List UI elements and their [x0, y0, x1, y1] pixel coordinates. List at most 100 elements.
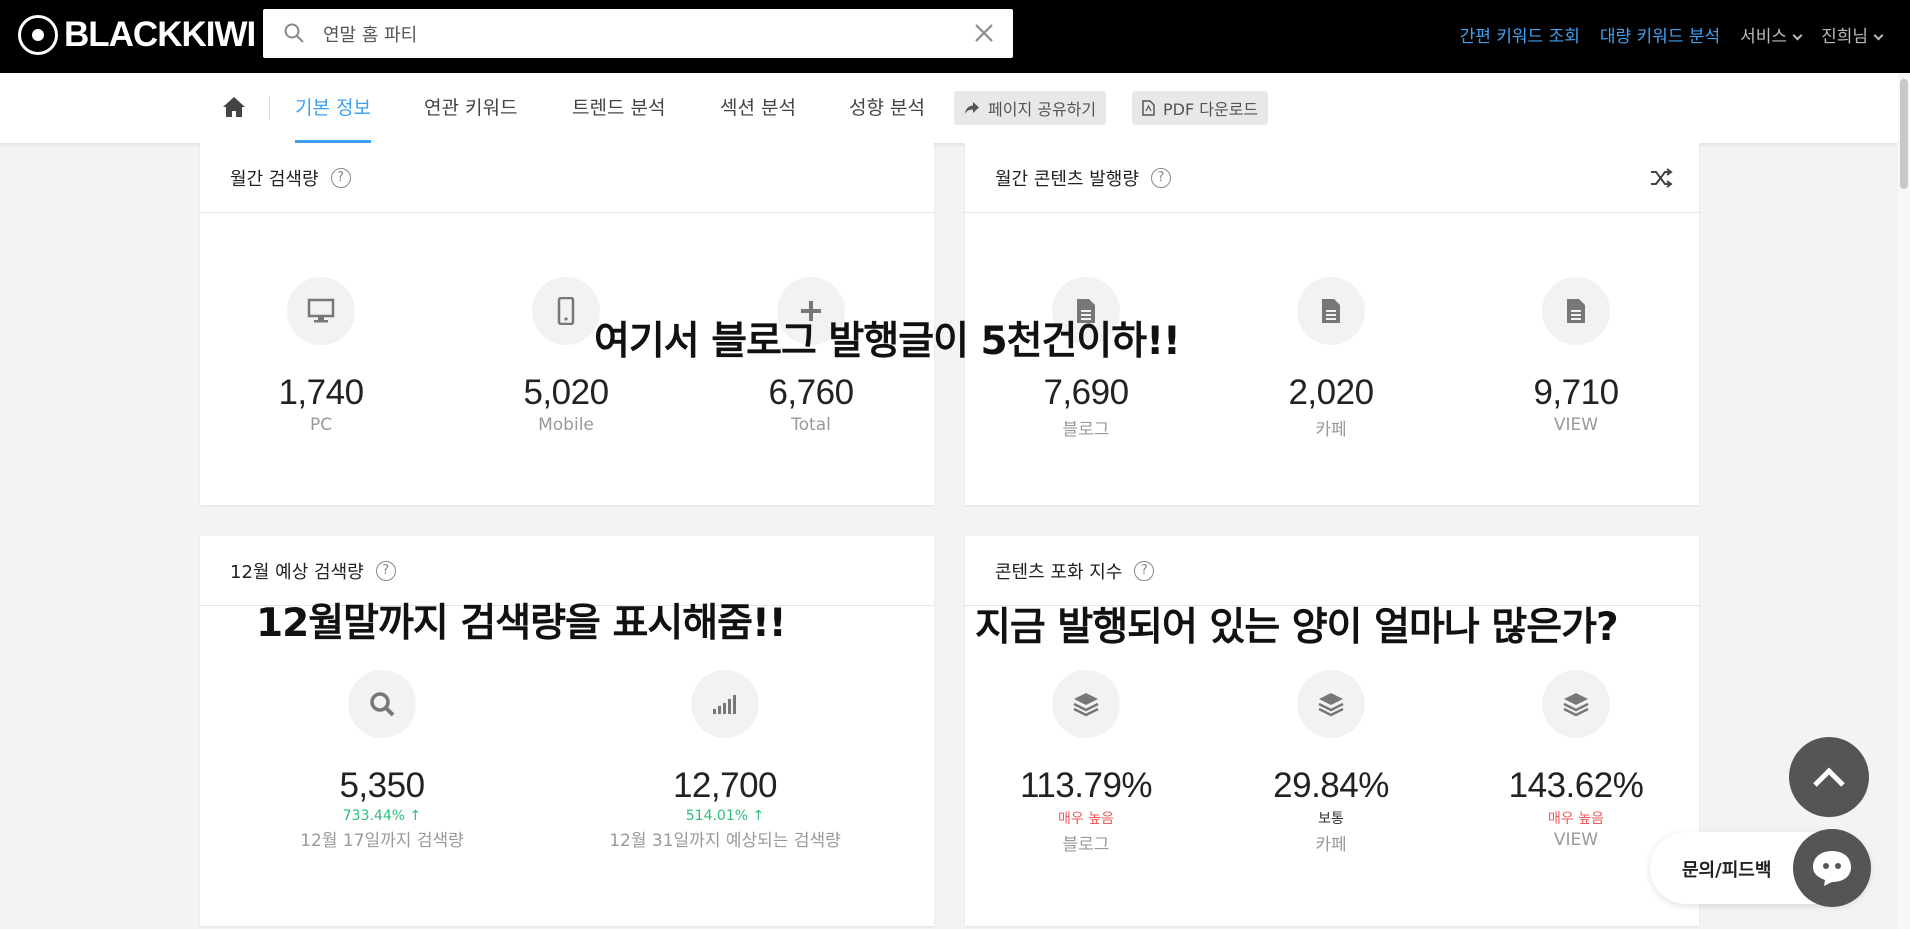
top-bar: BLACKKIWI 간편 키워드 조회 대량 키워드 분석 서비스 진희님 — [0, 0, 1910, 73]
service-menu[interactable]: 서비스 — [1740, 22, 1803, 47]
stat-label: 카페 — [1315, 420, 1347, 440]
layers-icon — [1542, 670, 1610, 738]
help-icon[interactable]: ? — [375, 560, 396, 581]
stat-label: Total — [791, 415, 831, 435]
shuffle-icon[interactable] — [1649, 167, 1673, 189]
monitor-icon — [287, 277, 355, 345]
chevron-up-icon — [1813, 767, 1845, 787]
scrollbar[interactable] — [1898, 73, 1910, 929]
chat-icon — [1793, 829, 1871, 907]
arrow-up-icon: ↑ — [409, 808, 422, 824]
mobile-icon — [532, 277, 600, 345]
tab-trend-analysis[interactable]: 트렌드 분석 — [572, 73, 665, 143]
simple-keyword-link[interactable]: 간편 키워드 조회 — [1460, 22, 1580, 47]
stat-pc: 1,740 PC — [221, 277, 421, 435]
stat-search-so-far: 5,350 733.44% ↑ 12월 17일까지 검색량 — [282, 670, 482, 851]
saturation-card: 콘텐츠 포화 지수 ? 113.79% 매우 높음 블로그 29.84% 보통 … — [965, 536, 1699, 926]
help-icon[interactable]: ? — [1150, 167, 1171, 188]
saturation-level: 보통 — [1318, 811, 1344, 827]
user-menu[interactable]: 진희님 — [1821, 22, 1884, 47]
stat-value: 5,350 — [339, 766, 425, 805]
stat-value: 143.62% — [1508, 766, 1644, 805]
logo[interactable]: BLACKKIWI — [18, 14, 256, 56]
stat-label: 12월 31일까지 예상되는 검색량 — [609, 831, 841, 851]
stat-change: 733.44% ↑ — [282, 808, 482, 824]
saturation-level: 매우 높음 — [1548, 811, 1604, 827]
logo-mark-icon — [18, 15, 58, 55]
nav-divider — [269, 96, 270, 120]
help-icon[interactable]: ? — [330, 167, 351, 188]
card-header: 월간 콘텐츠 발행량 ? — [965, 143, 1699, 213]
card-title: 콘텐츠 포화 지수 — [995, 561, 1123, 583]
stat-change: 514.01% ↑ — [600, 808, 850, 824]
home-icon[interactable] — [222, 96, 246, 118]
annotation-content-note: 여기서 블로그 발행글이 5천건이하!! — [594, 319, 1181, 364]
card-title: 12월 예상 검색량 — [230, 561, 364, 583]
tab-related-keywords[interactable]: 연관 키워드 — [424, 73, 517, 143]
stat-value: 29.84% — [1273, 766, 1389, 805]
stat-value: 12,700 — [672, 766, 778, 805]
stat-value: 9,710 — [1533, 373, 1619, 412]
card-header: 월간 검색량 ? — [200, 143, 934, 213]
stat-label: 12월 17일까지 검색량 — [300, 831, 464, 851]
saturation-level: 매우 높음 — [1058, 811, 1114, 827]
share-icon — [965, 102, 979, 114]
service-menu-label: 서비스 — [1740, 26, 1788, 47]
layers-icon — [1297, 670, 1365, 738]
tab-basic-info[interactable]: 기본 정보 — [295, 73, 371, 143]
tab-tendency-analysis[interactable]: 성향 분석 — [849, 73, 925, 143]
search-input[interactable] — [323, 17, 923, 50]
stat-label: Mobile — [538, 415, 594, 435]
stat-value: 7,690 — [1043, 373, 1129, 412]
card-title: 월간 검색량 — [230, 168, 319, 190]
stat-value: 2,020 — [1288, 373, 1374, 412]
stat-value: 113.79% — [1019, 766, 1153, 805]
feedback-button[interactable]: 문의/피드백 — [1650, 829, 1871, 907]
document-icon — [1542, 277, 1610, 345]
search-icon[interactable] — [283, 22, 305, 44]
stat-label: 카페 — [1315, 835, 1347, 855]
share-page-button[interactable]: 페이지 공유하기 — [954, 91, 1107, 125]
stat-value: 1,740 — [278, 373, 364, 412]
tab-section-analysis[interactable]: 섹션 분석 — [720, 73, 796, 143]
stat-change-value: 514.01% — [685, 808, 749, 824]
signal-icon — [691, 670, 759, 738]
stat-value: 6,760 — [768, 373, 854, 412]
stat-cafe: 2,020 카페 — [1231, 277, 1431, 440]
document-icon — [1297, 277, 1365, 345]
stat-value: 5,020 — [523, 373, 609, 412]
stat-blog-saturation: 113.79% 매우 높음 블로그 — [986, 670, 1186, 855]
stat-cafe-saturation: 29.84% 보통 카페 — [1231, 670, 1431, 855]
stat-label: 블로그 — [1062, 835, 1110, 855]
layers-icon — [1052, 670, 1120, 738]
card-title: 월간 콘텐츠 발행량 — [995, 168, 1139, 190]
feedback-label: 문의/피드백 — [1682, 860, 1772, 881]
stat-label: PC — [309, 415, 333, 435]
scrollbar-thumb[interactable] — [1900, 79, 1908, 189]
close-icon[interactable] — [973, 22, 995, 44]
pdf-download-button[interactable]: PDF 다운로드 — [1132, 91, 1269, 125]
bulk-keyword-link[interactable]: 대량 키워드 분석 — [1600, 22, 1720, 47]
sub-nav: 기본 정보 연관 키워드 트렌드 분석 섹션 분석 성향 분석 페이지 공유하기… — [0, 73, 1898, 143]
stat-search-forecast: 12,700 514.01% ↑ 12월 31일까지 예상되는 검색량 — [600, 670, 850, 851]
search-icon — [348, 670, 416, 738]
stat-label: VIEW — [1553, 415, 1599, 435]
annotation-forecast-note: 12월말까지 검색량을 표시해줌!! — [256, 601, 787, 646]
arrow-up-icon: ↑ — [752, 808, 765, 824]
chevron-down-icon — [1873, 30, 1884, 40]
stat-change-value: 733.44% — [342, 808, 406, 824]
share-page-label: 페이지 공유하기 — [988, 100, 1097, 119]
user-name: 진희님 — [1821, 26, 1868, 47]
annotation-saturation-note: 지금 발행되어 있는 양이 얼마나 많은가? — [975, 605, 1619, 650]
pdf-icon — [1142, 100, 1155, 116]
top-links: 간편 키워드 조회 대량 키워드 분석 서비스 진희님 — [1440, 0, 1884, 68]
stat-label: 블로그 — [1062, 420, 1110, 440]
stat-label: VIEW — [1553, 830, 1599, 850]
scroll-top-button[interactable] — [1789, 737, 1869, 817]
help-icon[interactable]: ? — [1134, 560, 1155, 581]
stat-view-saturation: 143.62% 매우 높음 VIEW — [1476, 670, 1676, 850]
search-box — [263, 9, 1013, 58]
chevron-down-icon — [1792, 30, 1803, 40]
stat-view: 9,710 VIEW — [1476, 277, 1676, 435]
pdf-download-label: PDF 다운로드 — [1163, 100, 1259, 119]
